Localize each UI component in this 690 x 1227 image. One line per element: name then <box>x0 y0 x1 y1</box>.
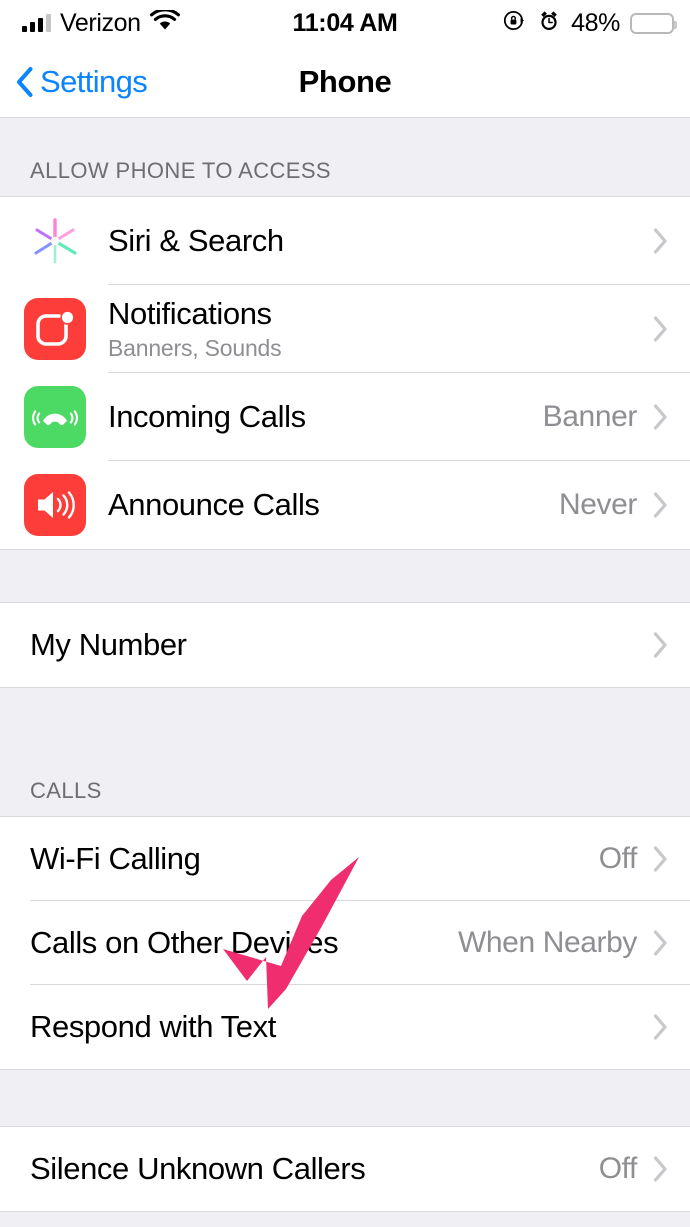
settings-row-my-number[interactable]: My Number <box>0 603 690 687</box>
chevron-right-icon <box>653 1014 668 1040</box>
row-text: Incoming Calls <box>108 399 543 435</box>
settings-row-announce-calls[interactable]: Announce Calls Never <box>0 461 690 549</box>
row-label: Silence Unknown Callers <box>30 1151 366 1187</box>
row-subtitle: Banners, Sounds <box>108 334 282 361</box>
row-text: Siri & Search <box>108 223 637 259</box>
settings-row-siri-search[interactable]: Siri & Search <box>0 197 690 285</box>
settings-row-notifications[interactable]: Notifications Banners, Sounds <box>0 285 690 373</box>
alarm-clock-icon <box>537 9 561 38</box>
row-label: Announce Calls <box>108 487 320 523</box>
settings-group: Wi-Fi Calling Off Calls on Other Devices Wh… <box>0 816 690 1070</box>
row-text: Wi-Fi Calling <box>30 841 599 877</box>
row-text: Announce Calls <box>108 487 559 523</box>
section-gap <box>0 550 690 602</box>
chevron-right-icon <box>653 1156 668 1182</box>
battery-percent-label: 48% <box>571 8 620 37</box>
status-bar: Verizon 11:04 AM 48% <box>0 0 690 46</box>
row-value: When Nearby <box>457 926 637 959</box>
row-label: Incoming Calls <box>108 399 306 435</box>
settings-row-silence-unknown-callers[interactable]: Silence Unknown Callers Off <box>0 1127 690 1211</box>
row-value: Banner <box>542 400 638 433</box>
announce-calls-icon <box>24 474 86 536</box>
siri-icon <box>24 210 86 272</box>
row-text: Respond with Text <box>30 1009 637 1045</box>
settings-row-wi-fi-calling[interactable]: Wi-Fi Calling Off <box>0 817 690 901</box>
settings-group: Silence Unknown Callers Off <box>0 1126 690 1212</box>
back-button-label: Settings <box>40 63 148 99</box>
row-label: My Number <box>30 627 187 663</box>
section-gap <box>0 1070 690 1126</box>
chevron-right-icon <box>653 492 668 518</box>
status-bar-right: 48% <box>502 8 677 38</box>
row-text: Calls on Other Devices <box>30 925 458 961</box>
row-label: Wi-Fi Calling <box>30 841 201 877</box>
chevron-right-icon <box>653 846 668 872</box>
battery-icon <box>630 12 677 34</box>
settings-row-respond-with-text[interactable]: Respond with Text <box>0 985 690 1069</box>
row-text: Notifications Banners, Sounds <box>108 296 637 362</box>
row-text: Silence Unknown Callers <box>30 1151 599 1187</box>
back-button[interactable]: Settings <box>16 63 148 100</box>
chevron-right-icon <box>653 404 668 430</box>
incoming-calls-icon <box>24 386 86 448</box>
row-value: Off <box>598 842 638 875</box>
rotation-lock-icon <box>502 8 527 38</box>
row-label: Calls on Other Devices <box>30 925 339 961</box>
chevron-right-icon <box>653 228 668 254</box>
section-header: ALLOW PHONE TO ACCESS <box>0 118 690 196</box>
row-label: Notifications <box>108 296 272 332</box>
navigation-bar: Settings Phone <box>0 46 690 118</box>
iphone-settings-screen: Verizon 11:04 AM 48% Settings Phone ALLO… <box>0 0 690 1227</box>
row-label: Respond with Text <box>30 1009 276 1045</box>
settings-row-incoming-calls[interactable]: Incoming Calls Banner <box>0 373 690 461</box>
notifications-icon <box>24 298 86 360</box>
row-label: Siri & Search <box>108 223 284 259</box>
chevron-right-icon <box>653 632 668 658</box>
chevron-right-icon <box>653 930 668 956</box>
section-header: CALLS <box>0 738 690 816</box>
section-gap <box>0 688 690 738</box>
row-value: Off <box>598 1152 638 1185</box>
row-text: My Number <box>30 627 637 663</box>
settings-group: My Number <box>0 602 690 688</box>
settings-group: Siri & Search Notifications Banners, Sound… <box>0 196 690 550</box>
chevron-left-icon <box>16 66 33 97</box>
settings-row-calls-on-other-devices[interactable]: Calls on Other Devices When Nearby <box>0 901 690 985</box>
settings-list: ALLOW PHONE TO ACCESS Siri & Search Notifi… <box>0 118 690 1212</box>
chevron-right-icon <box>653 316 668 342</box>
row-value: Never <box>558 488 637 521</box>
